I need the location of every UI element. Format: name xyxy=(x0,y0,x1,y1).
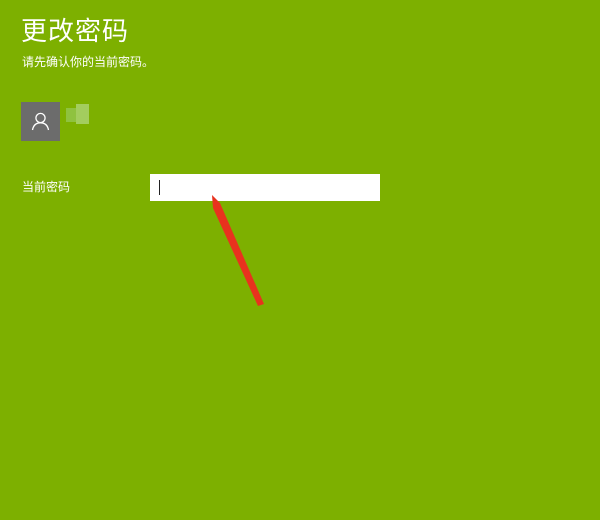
page-title: 更改密码 xyxy=(21,17,130,47)
change-password-page: 更改密码 请先确认你的当前密码。 当前密码 xyxy=(0,0,600,520)
current-password-input[interactable] xyxy=(150,174,380,201)
text-caret xyxy=(159,180,160,195)
current-password-label: 当前密码 xyxy=(22,180,71,194)
page-subtitle: 请先确认你的当前密码。 xyxy=(22,55,155,69)
red-arrow-pointer-icon xyxy=(212,195,264,306)
account-name-blurred xyxy=(66,104,90,126)
user-icon xyxy=(31,112,50,131)
avatar xyxy=(21,102,60,141)
blur-block xyxy=(76,104,89,124)
